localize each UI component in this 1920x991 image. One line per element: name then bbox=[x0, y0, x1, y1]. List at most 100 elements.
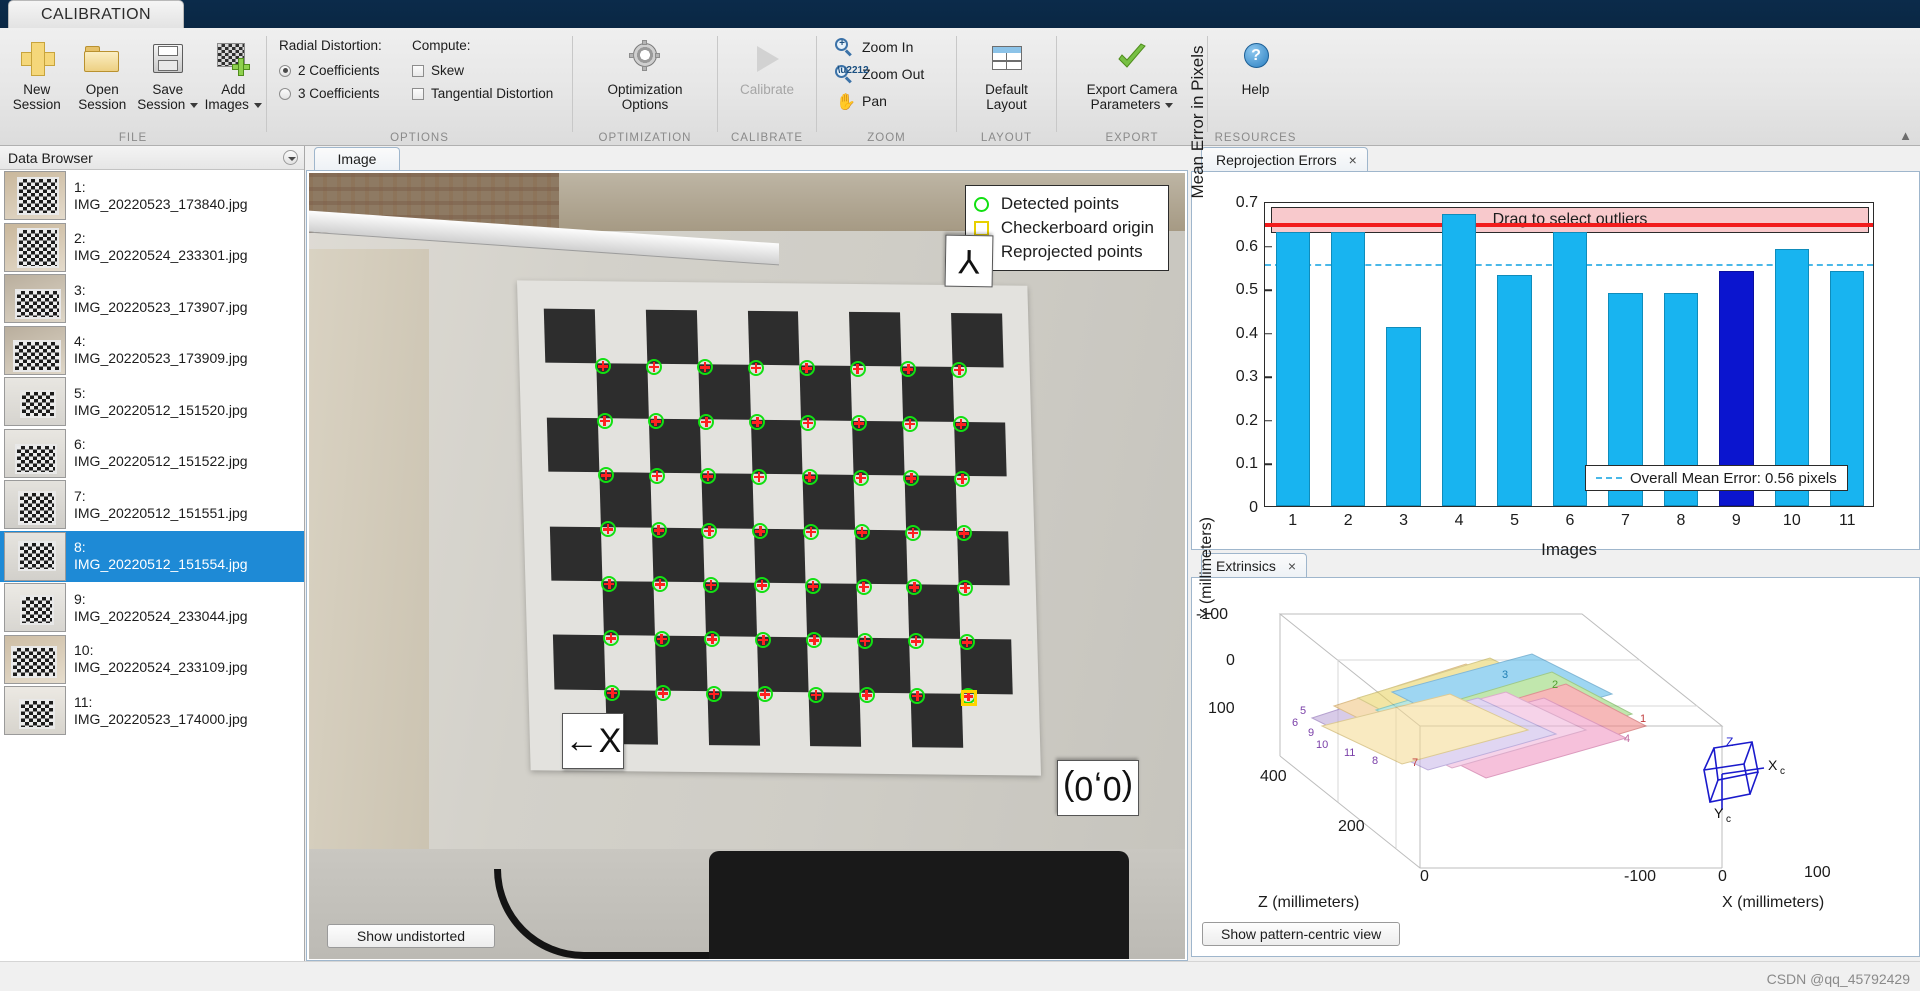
new-session-button[interactable]: New Session bbox=[4, 34, 70, 112]
save-session-button[interactable]: Save Session bbox=[135, 34, 201, 112]
list-item[interactable]: 7: IMG_20220512_151551.jpg bbox=[0, 479, 304, 531]
radio-icon bbox=[279, 64, 291, 77]
list-item[interactable]: 2: IMG_20220524_233301.jpg bbox=[0, 222, 304, 274]
export-camera-parameters-button[interactable]: Export Camera Parameters bbox=[1062, 34, 1202, 112]
show-undistorted-button[interactable]: Show undistorted bbox=[327, 924, 495, 948]
extrinsics-y-tick-2: 100 bbox=[1208, 700, 1235, 717]
ribbon-group-zoom: + Zoom In \u2212 Zoom Out ✋ Pan ZOOM bbox=[817, 28, 956, 146]
list-item[interactable]: 4: IMG_20220523_173909.jpg bbox=[0, 325, 304, 377]
checkbox-skew-label: Skew bbox=[431, 63, 465, 78]
open-session-button[interactable]: Open Session bbox=[70, 34, 136, 112]
list-item-index: 5: bbox=[74, 384, 86, 401]
tab-extrinsics[interactable]: Extrinsics × bbox=[1201, 553, 1308, 577]
detected-point-marker bbox=[851, 415, 868, 432]
calibrate-button[interactable]: Calibrate bbox=[722, 34, 812, 97]
chart-bar[interactable] bbox=[1552, 231, 1588, 506]
checkerboard-square bbox=[546, 417, 600, 473]
detected-point-marker bbox=[747, 359, 764, 376]
default-layout-button[interactable]: Default Layout bbox=[962, 34, 1052, 112]
detected-point-marker bbox=[647, 413, 664, 430]
detected-point-marker bbox=[906, 579, 923, 596]
detected-point-marker bbox=[855, 578, 872, 595]
svg-text:4: 4 bbox=[1624, 733, 1630, 745]
ribbon-group-file: New Session Open Session Save Session Add Im… bbox=[0, 28, 266, 146]
help-button[interactable]: ? Help bbox=[1213, 34, 1299, 97]
detected-point-marker bbox=[752, 523, 769, 540]
chart-y-tick-label: 0 bbox=[1249, 499, 1258, 516]
zoom-in-icon: + bbox=[833, 36, 855, 58]
radio-2-coefficients-label: 2 Coefficients bbox=[298, 63, 380, 78]
list-item[interactable]: 11: IMG_20220523_174000.jpg bbox=[0, 685, 304, 737]
list-item[interactable]: 5: IMG_20220512_151520.jpg bbox=[0, 376, 304, 428]
chart-bar[interactable] bbox=[1441, 214, 1477, 506]
svg-text:8: 8 bbox=[1372, 755, 1378, 767]
list-item[interactable]: 10: IMG_20220524_233109.jpg bbox=[0, 634, 304, 686]
mean-error-label: Overall Mean Error: 0.56 pixels bbox=[1630, 469, 1837, 487]
chart-y-tick-mark bbox=[1265, 376, 1272, 379]
chart-y-tick-mark bbox=[1265, 289, 1272, 291]
open-session-line1: Open bbox=[85, 82, 119, 97]
chevron-down-icon[interactable] bbox=[190, 102, 199, 108]
pan-button[interactable]: ✋ Pan bbox=[831, 87, 887, 114]
group-label-zoom: ZOOM bbox=[867, 132, 906, 144]
chevron-down-icon[interactable] bbox=[253, 102, 262, 108]
detected-point-marker bbox=[804, 578, 821, 595]
save-session-line2: Session bbox=[137, 97, 186, 112]
list-item[interactable]: 9: IMG_20220524_233044.jpg bbox=[0, 582, 304, 634]
layout-grid-icon bbox=[987, 38, 1027, 78]
open-session-line2: Session bbox=[78, 97, 127, 112]
show-pattern-centric-button[interactable]: Show pattern-centric view bbox=[1202, 922, 1401, 946]
chart-bar[interactable] bbox=[1386, 327, 1421, 506]
chart-bar[interactable] bbox=[1497, 275, 1532, 506]
extrinsics-3d-plot[interactable]: 56 9 10 11 8 7 3 2 1 4 Z X c Y c -100 0 … bbox=[1196, 606, 1892, 911]
optimization-options-button[interactable]: Optimization Options bbox=[581, 34, 709, 112]
radio-2-coefficients[interactable]: 2 Coefficients bbox=[279, 59, 412, 82]
data-browser-panel: Data Browser 1: IMG_20220523_173840.jpg 2:… bbox=[0, 146, 305, 961]
svg-text:2: 2 bbox=[1552, 679, 1558, 691]
zoom-in-button[interactable]: + Zoom In bbox=[831, 33, 913, 60]
optimization-line2: Options bbox=[621, 97, 669, 112]
chart-plot-area[interactable]: Drag to select outliers 0 0.1 0.2 0.3 0.4 0.5… bbox=[1236, 194, 1874, 529]
tab-reprojection-errors[interactable]: Reprojection Errors × bbox=[1201, 147, 1368, 171]
close-icon[interactable]: × bbox=[1288, 558, 1296, 574]
radio-icon bbox=[279, 87, 291, 100]
image-list[interactable]: 1: IMG_20220523_173840.jpg 2: IMG_20220524_… bbox=[0, 170, 304, 961]
list-item-filename: IMG_20220524_233044.jpg bbox=[74, 607, 248, 624]
minimize-ribbon-button[interactable]: ▲ bbox=[1899, 128, 1912, 143]
checkbox-skew[interactable]: Skew bbox=[412, 59, 572, 82]
list-item[interactable]: 3: IMG_20220523_173907.jpg bbox=[0, 273, 304, 325]
group-label-layout: LAYOUT bbox=[980, 132, 1033, 144]
status-bar: CSDN @qq_45792429 bbox=[0, 961, 1920, 991]
chart-y-tick-mark bbox=[1265, 463, 1272, 466]
layout-line2: Layout bbox=[986, 97, 1027, 112]
list-item-filename: IMG_20220524_233301.jpg bbox=[74, 247, 248, 264]
chevron-down-icon[interactable] bbox=[1165, 102, 1174, 108]
detected-point-marker bbox=[954, 470, 971, 487]
list-item-index: 8: bbox=[74, 539, 86, 556]
close-icon[interactable]: × bbox=[1349, 152, 1357, 168]
checkbox-tangential-distortion[interactable]: Tangential Distortion bbox=[412, 82, 572, 105]
radio-3-coefficients[interactable]: 3 Coefficients bbox=[279, 82, 412, 105]
zoom-out-button[interactable]: \u2212 Zoom Out bbox=[831, 60, 924, 87]
outlier-selection-band[interactable]: Drag to select outliers bbox=[1271, 207, 1869, 233]
chart-x-tick-label: 9 bbox=[1731, 512, 1741, 529]
panel-options-icon[interactable] bbox=[283, 150, 298, 165]
reprojection-chart[interactable]: Mean Error in Pixels Drag to select outl… bbox=[1188, 45, 1920, 559]
group-label-options: OPTIONS bbox=[390, 132, 449, 144]
list-item[interactable]: 6: IMG_20220512_151522.jpg bbox=[0, 428, 304, 480]
extrinsics-svg: 56 910 118 7 3 2 1 4 Z X c Y c bbox=[1278, 613, 1785, 869]
list-item-index: 11: bbox=[74, 693, 93, 710]
image-thumbnail bbox=[4, 377, 66, 427]
list-item[interactable]: 1: IMG_20220523_173840.jpg bbox=[0, 170, 304, 222]
tab-calibration[interactable]: CALIBRATION bbox=[8, 0, 184, 28]
chart-bar[interactable] bbox=[1275, 231, 1310, 506]
ribbon-group-calibrate: Calibrate CALIBRATE bbox=[718, 28, 816, 146]
chart-bar[interactable] bbox=[1330, 231, 1366, 506]
checkerboard-origin-icon bbox=[973, 220, 989, 236]
list-item-label: 2: IMG_20220524_233301.jpg bbox=[74, 230, 248, 264]
add-images-button[interactable]: Add Images bbox=[201, 34, 267, 112]
tab-image[interactable]: Image bbox=[314, 147, 400, 170]
list-item[interactable]: 8: IMG_20220512_151554.jpg bbox=[0, 530, 304, 582]
image-viewport[interactable]: Detected points Checkerboard origin Reproj… bbox=[306, 170, 1188, 961]
svg-text:Z: Z bbox=[1726, 735, 1733, 749]
